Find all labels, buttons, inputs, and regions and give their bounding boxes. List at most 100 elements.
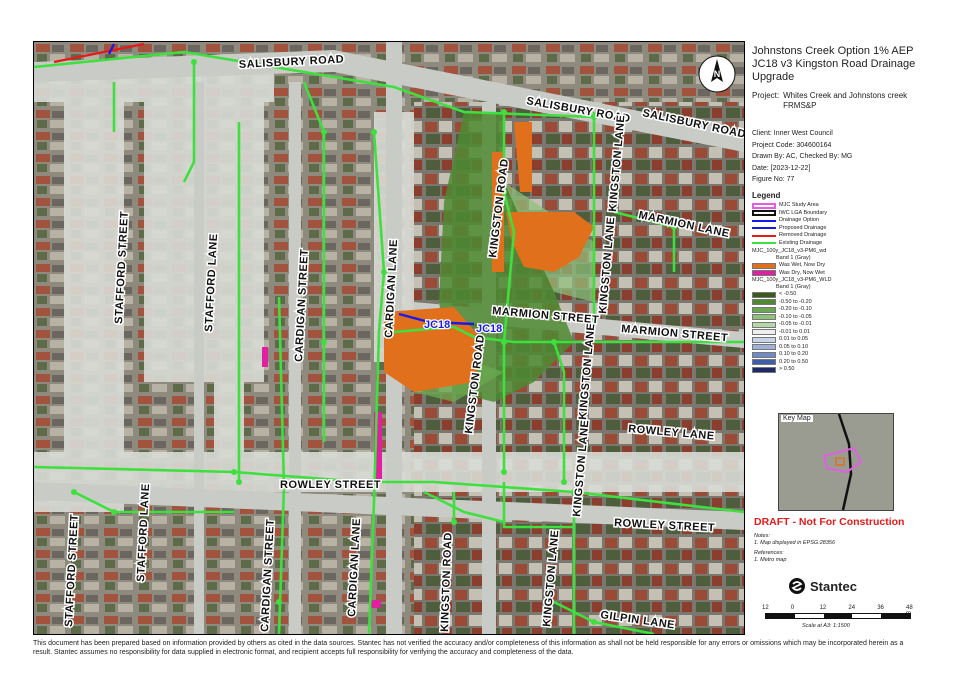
legend: Legend MJC Study Area IWC LGA Boundary Dra… xyxy=(752,191,920,374)
north-arrow-icon: N xyxy=(698,55,736,93)
jc18-marker-east: JC18 xyxy=(476,323,502,335)
stantec-logo-icon xyxy=(789,578,805,594)
notes-text: 1. Map displayed in EPSG:28356 xyxy=(754,540,836,546)
date: Date: [2023-12-22] xyxy=(752,164,811,172)
legend-item: 0.20 to 0.50 xyxy=(752,359,920,367)
legend-label: Proposed Drainage xyxy=(779,224,827,231)
key-map: Key Map xyxy=(778,413,894,511)
map-canvas[interactable]: JC18 JC18 SALISBURY ROAD SALISBURY ROAD … xyxy=(34,42,744,634)
legend-label: Existing Drainage xyxy=(779,239,823,246)
drawn-by: Drawn By: AC, Checked By: MG xyxy=(752,153,853,160)
legend-label: IWC LGA Boundary xyxy=(779,209,827,216)
legend-label: Drainage Option xyxy=(779,217,820,224)
notes-title: Notes: xyxy=(754,533,770,539)
scale-bar: 12012243648 m Scale at A3: 1:1500 xyxy=(762,603,913,631)
legend-swatch xyxy=(752,270,776,277)
legend-swatch xyxy=(752,227,776,230)
legend-item: 0.10 to 0.20 xyxy=(752,351,920,359)
scale-tick-label: 36 xyxy=(877,605,884,611)
legend-item: Removed Drainage xyxy=(752,232,920,240)
legend-label: -0.20 to -0.10 xyxy=(779,306,812,313)
map-info-panel: Johnstons Creek Option 1% AEP JC18 v3 Ki… xyxy=(748,41,920,633)
legend-swatch xyxy=(752,359,776,366)
project-line: Project: Whites Creek and Johnstons cree… xyxy=(752,91,918,111)
legend-item: -0.05 to -0.01 xyxy=(752,321,920,329)
legend-swatch xyxy=(752,321,776,328)
project-meta: Client: Inner West Council Project Code:… xyxy=(752,128,852,186)
legend-label: < -0.50 xyxy=(779,291,797,298)
legend-item: 0.05 to 0.10 xyxy=(752,344,920,352)
legend-swatch xyxy=(752,262,776,269)
legend-item: > 0.50 xyxy=(752,366,920,374)
legend-swatch xyxy=(752,242,776,245)
legend-item: < -0.50 xyxy=(752,291,920,299)
svg-text:N: N xyxy=(714,69,721,79)
legend-label: Was Wet, Now Dry xyxy=(779,262,826,269)
legend-label: -0.10 to -0.05 xyxy=(779,313,812,320)
refs-title: References: xyxy=(754,550,784,556)
stantec-logo: Stantec xyxy=(788,577,857,595)
wld-layer: MJC_100y_JC18_v3-PM6_WLD xyxy=(752,277,832,283)
legend-label: -0.05 to -0.01 xyxy=(779,321,812,328)
legend-swatch xyxy=(752,219,776,222)
scale-tick-label: 24 xyxy=(848,605,856,611)
legend-label: Removed Drainage xyxy=(779,232,827,239)
legend-item: Proposed Drainage xyxy=(752,225,920,233)
scale-bar-graphic xyxy=(765,613,911,619)
legend-label: 0.05 to 0.10 xyxy=(779,343,809,350)
jc18-marker-west: JC18 xyxy=(424,319,450,331)
wd-band: Band 1 (Gray) xyxy=(776,255,811,261)
legend-item: Drainage Option xyxy=(752,217,920,225)
logo-text: Stantec xyxy=(810,578,857,594)
project-label: Project: xyxy=(752,91,780,100)
legend-item: -0.20 to -0.10 xyxy=(752,306,920,314)
map-title: Johnstons Creek Option 1% AEP JC18 v3 Ki… xyxy=(752,45,916,83)
legend-label: -0.01 to 0.01 xyxy=(779,328,810,335)
scale-tick-label: 12 xyxy=(819,605,827,611)
project-code: Project Code: 304600164 xyxy=(752,141,832,149)
label-rowley-street-w: ROWLEY STREET xyxy=(280,479,381,491)
legend-swatch xyxy=(752,234,776,237)
legend-label: -0.50 to -0.20 xyxy=(779,298,812,305)
scale-text: Scale at A3: 1:1500 xyxy=(802,623,850,629)
scale-tick-label: 0 xyxy=(790,605,795,611)
legend-label: > 0.50 xyxy=(779,366,795,373)
legend-swatch xyxy=(752,299,776,306)
legend-swatch xyxy=(752,314,776,321)
wd-layer: MJC_100y_JC18_v3-PM6_wd xyxy=(752,248,827,254)
legend-item: IWC LGA Boundary xyxy=(752,210,920,218)
legend-item: -0.10 to -0.05 xyxy=(752,314,920,322)
notes: Notes: 1. Map displayed in EPSG:28356 Re… xyxy=(754,533,835,564)
legend-label: 0.01 to 0.05 xyxy=(779,336,809,343)
legend-swatch xyxy=(752,210,776,217)
legend-item: -0.50 to -0.20 xyxy=(752,299,920,307)
project-value: Whites Creek and Johnstons creek FRMS&P xyxy=(783,91,908,110)
key-map-graphic xyxy=(779,414,893,510)
legend-item: Existing Drainage xyxy=(752,240,920,248)
client: Client: Inner West Council xyxy=(752,130,833,137)
legend-label: 0.10 to 0.20 xyxy=(779,351,809,358)
legend-swatch xyxy=(752,336,776,343)
wld-band: Band 1 (Gray) xyxy=(776,284,811,290)
legend-label: Was Dry, Now Wet xyxy=(779,269,825,276)
legend-swatch xyxy=(752,291,776,298)
legend-item: Was Wet, Now Dry xyxy=(752,262,920,270)
key-map-title: Key Map xyxy=(781,415,813,422)
legend-item: MJC Study Area xyxy=(752,202,920,210)
legend-swatch xyxy=(752,202,776,209)
legend-swatch xyxy=(752,344,776,351)
legend-swatch xyxy=(752,329,776,336)
legend-label: MJC Study Area xyxy=(779,202,819,209)
draft-notice: DRAFT - Not For Construction xyxy=(754,516,905,528)
legend-item: Was Dry, Now Wet xyxy=(752,270,920,278)
legend-swatch xyxy=(752,366,776,373)
map-frame[interactable]: JC18 JC18 SALISBURY ROAD SALISBURY ROAD … xyxy=(33,41,745,635)
legend-swatch xyxy=(752,306,776,313)
legend-swatch xyxy=(752,351,776,358)
disclaimer: This document has been prepared based on… xyxy=(33,640,904,656)
legend-item: -0.01 to 0.01 xyxy=(752,329,920,337)
legend-item: 0.01 to 0.05 xyxy=(752,336,920,344)
legend-title: Legend xyxy=(752,191,781,200)
refs-text: 1. Metro map xyxy=(754,557,787,563)
figure-no: Figure No: 77 xyxy=(752,176,795,183)
